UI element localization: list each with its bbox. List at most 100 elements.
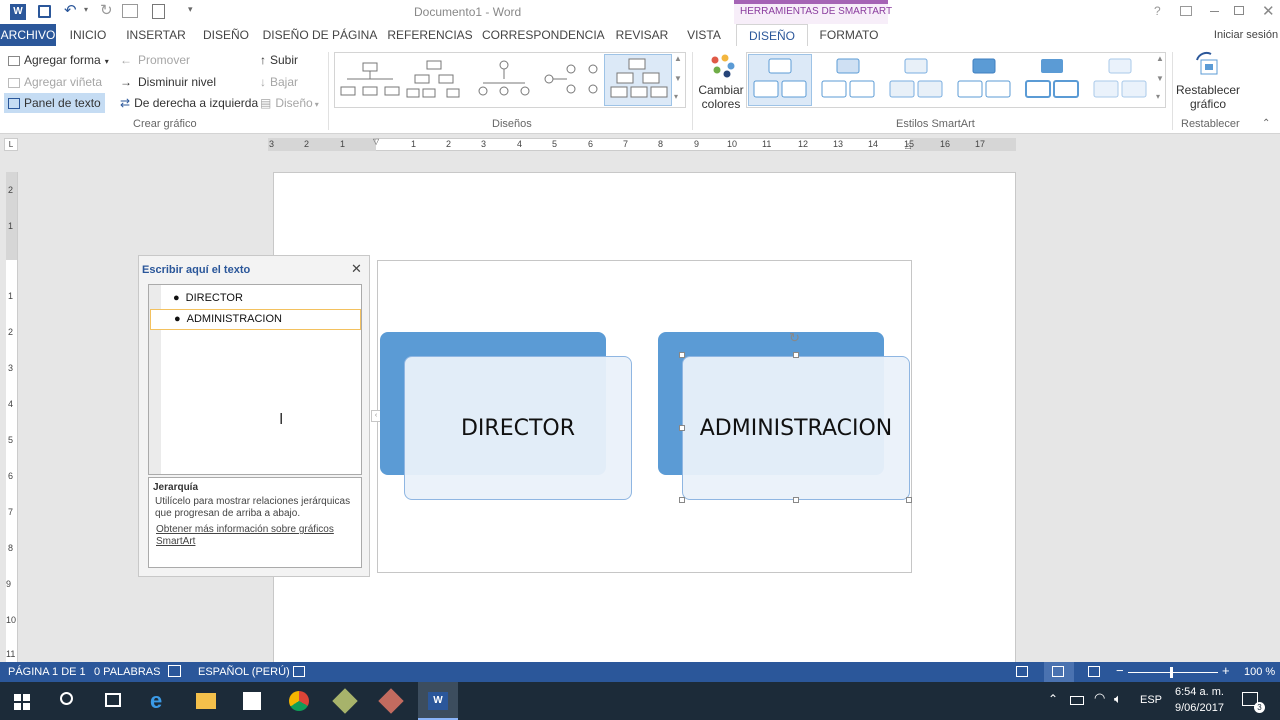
web-layout-icon[interactable] [1088,666,1100,677]
tray-chevron-icon[interactable]: ⌃ [1048,692,1058,706]
subir-button[interactable]: ↑ Subir [260,50,298,70]
tab-archivo[interactable]: ARCHIVO [0,24,56,46]
vertical-ruler[interactable]: 2 1 1 2 3 4 5 6 7 8 9 10 11 [6,172,18,662]
text-pane-editor[interactable]: ● DIRECTOR ● ADMINISTRACION I [148,284,362,475]
search-icon[interactable] [60,692,73,705]
wifi-icon[interactable]: ◠ [1094,690,1105,706]
tab-smartart-diseno[interactable]: DISEÑO [736,24,808,46]
task-view-icon[interactable] [105,693,121,707]
resize-handle[interactable] [679,497,685,503]
gallery-scroll-down-icon[interactable]: ▼ [674,74,682,83]
style-thumb-3[interactable] [884,54,948,106]
zoom-slider-thumb[interactable] [1170,667,1173,678]
tab-vista[interactable]: VISTA [680,24,728,46]
director-box[interactable]: DIRECTOR [404,356,632,500]
word-count[interactable]: 0 PALABRAS [94,666,160,678]
resize-handle[interactable] [679,425,685,431]
info-link[interactable]: Obtener más información sobre gráficos S… [153,524,357,548]
layout-thumb-4[interactable] [538,54,606,106]
edge-icon[interactable]: e [150,688,162,714]
zoom-in-icon[interactable]: + [1222,663,1230,678]
clock-time[interactable]: 6:54 a. m. [1175,686,1224,698]
derecha-izquierda-button[interactable]: ⇄ De derecha a izquierda [120,93,258,113]
tab-selector[interactable]: L [4,138,18,151]
zoom-out-icon[interactable]: − [1116,663,1124,678]
rotate-handle-icon[interactable]: ↻ [789,330,800,346]
collapse-ribbon-icon[interactable]: ⌃ [1262,118,1270,129]
qat-customize-icon[interactable]: ▾ [188,4,193,15]
layout-thumb-1[interactable] [336,54,404,106]
resize-handle[interactable] [793,352,799,358]
gallery-more-icon[interactable]: ▾ [674,92,678,101]
restablecer-grafico-button[interactable]: Restablecer gráfico [1176,50,1240,114]
tab-insertar[interactable]: INSERTAR [124,24,188,46]
proofing-icon[interactable] [168,665,181,677]
bajar-button[interactable]: ↓ Bajar [260,72,298,92]
macro-icon[interactable] [293,666,305,677]
chrome-icon[interactable] [289,691,309,711]
styles-scroll-down-icon[interactable]: ▼ [1156,74,1164,83]
resize-handle[interactable] [906,497,912,503]
close-icon[interactable]: ✕ [1262,2,1275,20]
text-pane-close-icon[interactable]: ✕ [351,261,362,277]
print-preview-icon[interactable] [152,4,165,19]
panel-texto-button[interactable]: Panel de texto [4,93,105,113]
page-count[interactable]: PÁGINA 1 DE 1 [8,666,86,678]
tab-inicio[interactable]: INICIO [64,24,112,46]
administracion-box[interactable]: ADMINISTRACION [682,356,910,500]
undo-dropdown-icon[interactable]: ▾ [84,5,88,14]
signin-link[interactable]: Iniciar sesión [1212,24,1280,46]
cambiar-colores-button[interactable]: Cambiar colores [698,52,744,116]
style-thumb-1[interactable] [748,54,812,106]
touch-mode-icon[interactable] [122,4,138,18]
promover-button[interactable]: ← Promover [120,50,190,70]
word-logo-icon[interactable]: W [10,4,26,20]
tab-correspondencia[interactable]: CORRESPONDENCIA [482,24,605,46]
right-indent-marker-icon[interactable]: △ [905,141,911,150]
restore-icon[interactable] [1234,6,1244,15]
app-icon[interactable] [378,688,404,714]
style-thumb-2[interactable] [816,54,880,106]
agregar-vineta-button[interactable]: Agregar viñeta [8,72,102,92]
zoom-slider[interactable] [1128,672,1218,673]
resize-handle[interactable] [679,352,685,358]
redo-icon[interactable]: ↻ [100,1,113,19]
start-windows-icon[interactable] [14,694,30,710]
style-thumb-4[interactable] [952,54,1016,106]
layout-thumb-5[interactable] [604,54,672,106]
layout-thumb-2[interactable] [402,54,470,106]
zoom-level[interactable]: 100 % [1244,666,1275,678]
store-icon[interactable] [243,692,261,710]
tab-referencias[interactable]: REFERENCIAS [386,24,474,46]
input-language[interactable]: ESP [1140,694,1162,706]
undo-icon[interactable]: ↶ [64,1,77,19]
clock-date[interactable]: 9/06/2017 [1175,702,1224,714]
diseno-layout-button[interactable]: ▤ Diseño ▾ [260,93,319,113]
style-thumb-5[interactable] [1020,54,1084,106]
tab-revisar[interactable]: REVISAR [612,24,672,46]
tab-diseno-pagina[interactable]: DISEÑO DE PÁGINA [262,24,378,46]
help-icon[interactable]: ? [1154,4,1161,18]
tab-smartart-formato[interactable]: FORMATO [812,24,886,46]
read-mode-icon[interactable] [1016,666,1028,677]
gallery-scroll-up-icon[interactable]: ▲ [674,54,682,63]
styles-more-icon[interactable]: ▾ [1156,92,1160,101]
save-icon[interactable] [38,5,51,18]
tab-diseno[interactable]: DISEÑO [198,24,254,46]
indent-marker-icon[interactable]: ▽ [373,137,379,146]
minimize-icon[interactable] [1210,11,1219,12]
resize-handle[interactable] [793,497,799,503]
text-pane-item-active[interactable]: ● ADMINISTRACION [150,309,361,330]
disminuir-nivel-button[interactable]: → Disminuir nivel [120,72,216,92]
app-icon[interactable] [332,688,358,714]
agregar-forma-button[interactable]: Agregar forma ▾ [8,50,109,70]
style-thumb-6[interactable] [1088,54,1152,106]
ribbon-display-icon[interactable] [1180,6,1192,16]
text-pane-item[interactable]: ● DIRECTOR [163,289,359,307]
layout-thumb-3[interactable] [470,54,538,106]
battery-icon[interactable] [1070,696,1084,705]
language-indicator[interactable]: ESPAÑOL (PERÚ) [198,666,290,678]
file-explorer-icon[interactable] [196,693,216,709]
volume-icon[interactable]: 🔈︎ [1114,691,1122,707]
styles-scroll-up-icon[interactable]: ▲ [1156,54,1164,63]
